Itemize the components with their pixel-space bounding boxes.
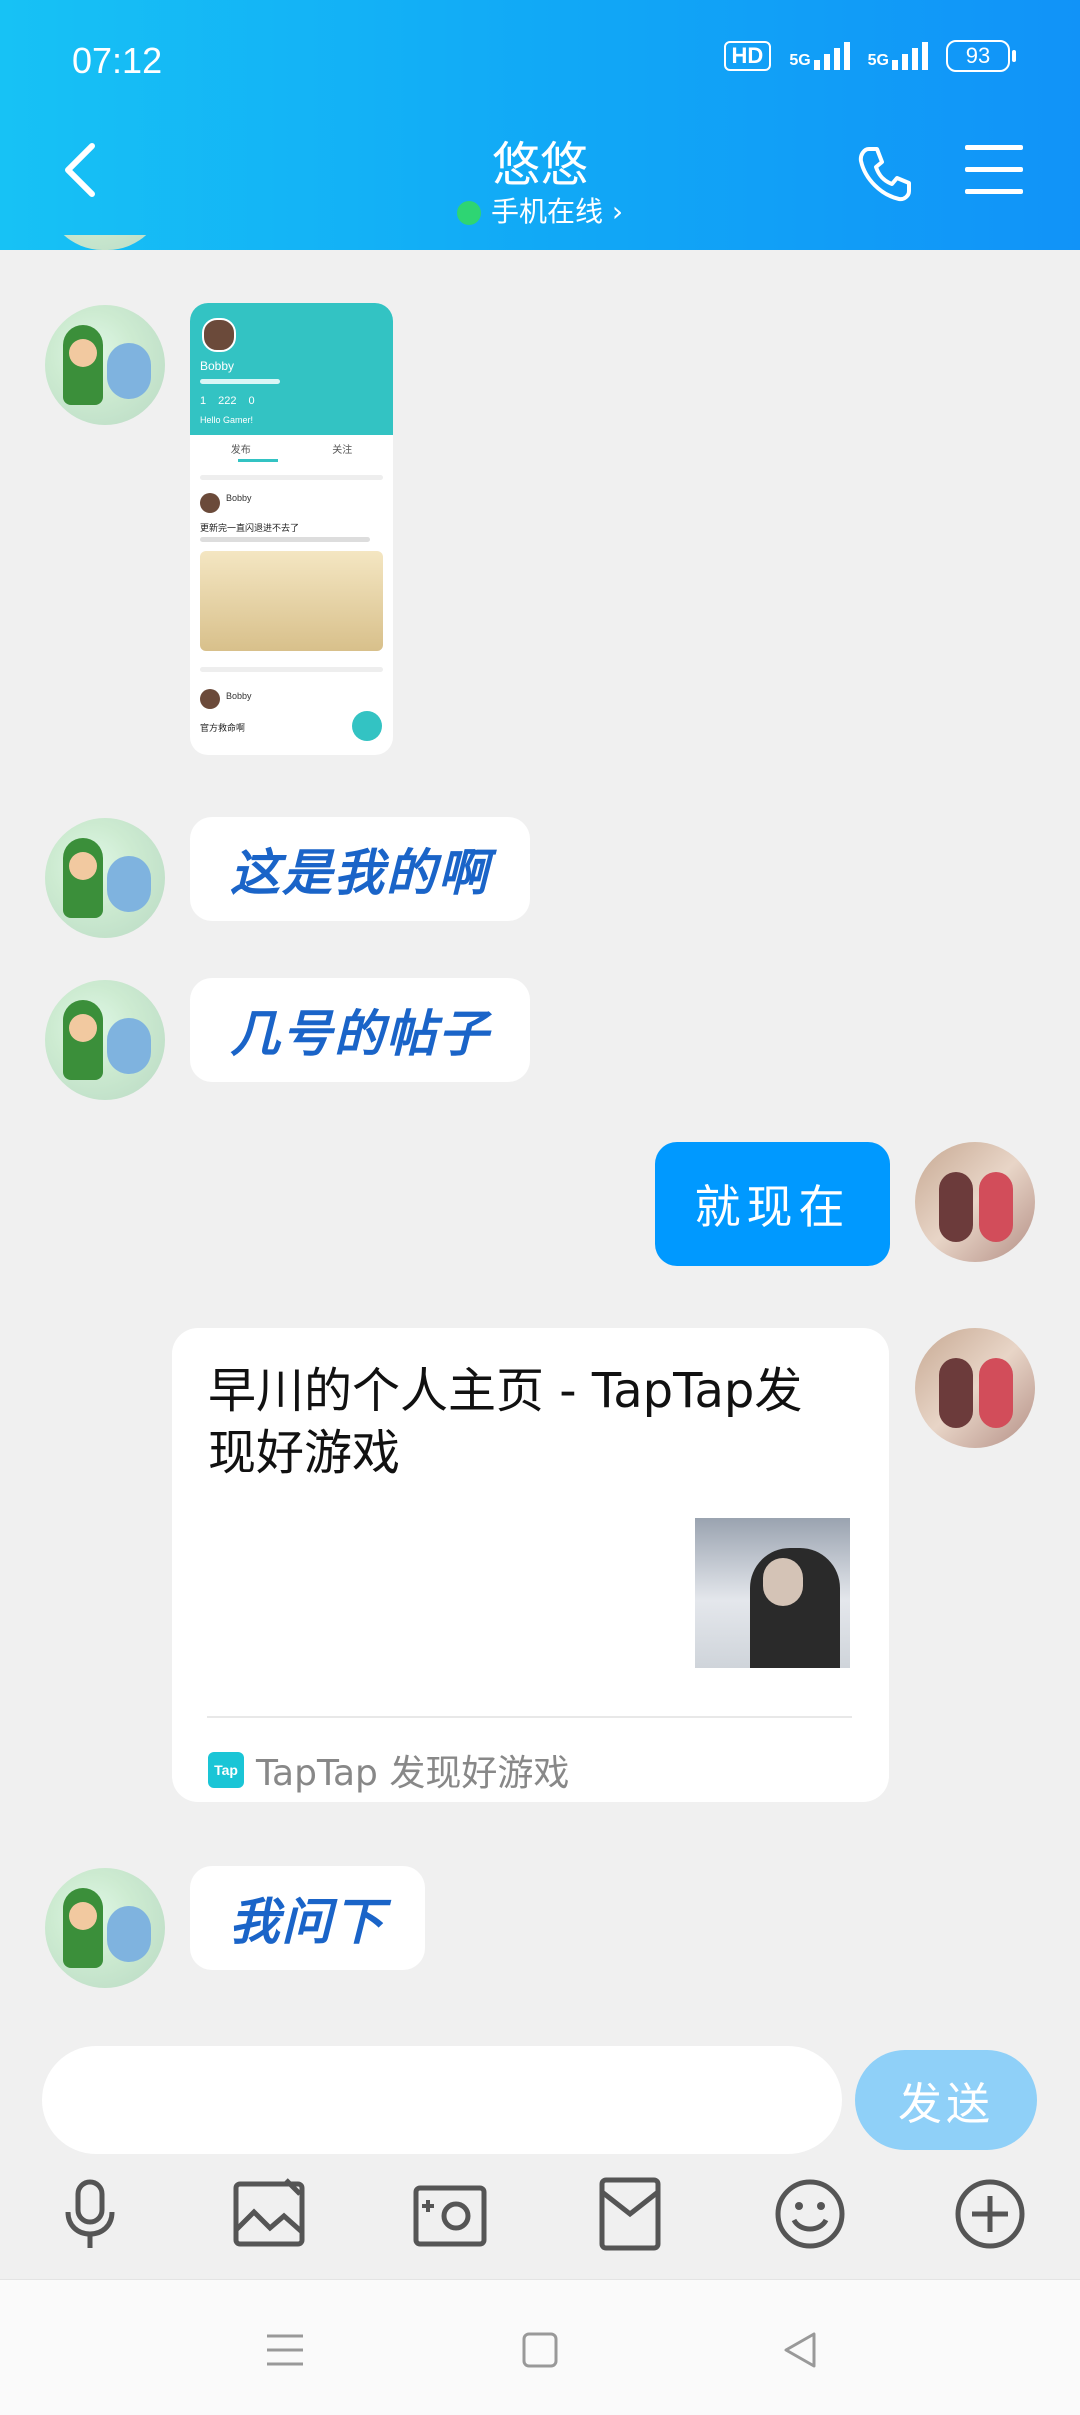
post-tabs: 发布 关注 <box>230 445 353 456</box>
home-button[interactable] <box>510 2320 570 2380</box>
divider <box>207 1716 852 1718</box>
link-title: 早川的个人主页 - TapTap发现好游戏 <box>208 1363 803 1481</box>
red-packet-button[interactable] <box>590 2174 670 2254</box>
send-button[interactable]: 发送 <box>855 2050 1037 2150</box>
more-button[interactable] <box>950 2174 1030 2254</box>
avatar-me[interactable] <box>915 1142 1035 1262</box>
post2-title: 官方救命啊 <box>200 724 246 734</box>
online-dot-icon <box>456 201 481 225</box>
chat-header: 07:12 HD 5G 5G 93 悠悠 手机在线 › <box>0 0 1080 250</box>
avatar-buddy[interactable] <box>45 980 165 1100</box>
profile-greeting: Hello Gamer! <box>200 415 254 425</box>
plus-icon <box>955 2179 1025 2249</box>
post2-author: Bobby <box>226 691 252 701</box>
hd-icon: HD <box>723 41 772 71</box>
post-author: Bobby <box>226 493 252 503</box>
message-text: 我问下 <box>229 1893 386 1951</box>
signal-5g-icon-2: 5G <box>868 42 928 70</box>
album-button[interactable] <box>230 2174 310 2254</box>
emoji-icon <box>775 2179 845 2249</box>
link-source-name: TapTap 发现好游戏 <box>256 1753 570 1794</box>
online-status[interactable]: 手机在线 › <box>0 190 1080 230</box>
call-button[interactable] <box>855 143 915 203</box>
link-source: Tap TapTap 发现好游戏 <box>208 1744 569 1796</box>
taptap-logo-icon: Tap <box>208 1752 244 1788</box>
camera-button[interactable] <box>410 2174 490 2254</box>
profile-header: Bobby 1 222 0 Hello Gamer! <box>190 303 393 435</box>
menu-button[interactable] <box>965 145 1023 195</box>
status-icons: HD 5G 5G 93 <box>723 40 1016 72</box>
chat-title[interactable]: 悠悠 <box>0 125 1080 195</box>
link-card-message[interactable]: 早川的个人主页 - TapTap发现好游戏 Tap TapTap 发现好游戏 <box>172 1328 889 1802</box>
back-icon <box>784 2332 816 2368</box>
signal-5g-icon: 5G <box>789 42 850 70</box>
avatar-buddy[interactable] <box>45 305 165 425</box>
message-bubble[interactable]: 这是我的啊 <box>190 817 530 921</box>
add-fab-icon <box>352 711 382 741</box>
my-message-bubble[interactable]: 就现在 <box>655 1142 890 1266</box>
phone-icon <box>858 147 911 202</box>
post-image <box>200 551 383 651</box>
profile-name: Bobby <box>200 359 235 373</box>
message-text: 就现在 <box>694 1180 851 1234</box>
menu-line <box>965 167 1023 172</box>
message-text: 这是我的啊 <box>230 844 490 902</box>
menu-line <box>965 145 1023 150</box>
menu-line <box>965 189 1023 194</box>
link-thumbnail <box>695 1518 850 1668</box>
message-input[interactable] <box>42 2046 842 2154</box>
message-bubble[interactable]: 我问下 <box>190 1866 425 1970</box>
menu-icon <box>267 2334 303 2366</box>
home-icon <box>522 2332 558 2368</box>
microphone-icon <box>65 2179 115 2248</box>
camera-icon <box>413 2185 487 2247</box>
message-bubble[interactable]: 几号的帖子 <box>190 978 530 1082</box>
avatar-buddy[interactable] <box>45 1868 165 1988</box>
avatar-me[interactable] <box>915 1328 1035 1448</box>
recent-apps-button[interactable] <box>255 2320 315 2380</box>
profile-stats: 1 222 0 <box>200 395 255 407</box>
profile-avatar <box>202 318 236 352</box>
system-back-button[interactable] <box>770 2320 830 2380</box>
status-time: 07:12 <box>72 40 163 81</box>
post-title: 更新完一直闪退进不去了 <box>200 524 300 534</box>
message-text: 几号的帖子 <box>230 1005 490 1063</box>
avatar-buddy[interactable] <box>45 818 165 938</box>
voice-button[interactable] <box>50 2174 130 2254</box>
battery-icon: 93 <box>946 40 1016 72</box>
image-icon <box>233 2178 305 2247</box>
system-nav-bar <box>0 2279 1080 2415</box>
red-packet-icon <box>599 2177 661 2251</box>
emoji-button[interactable] <box>770 2174 850 2254</box>
input-bar: 发送 <box>0 2024 1080 2279</box>
image-message[interactable]: Bobby 1 222 0 Hello Gamer! 发布 关注 Bobby 更新完一… <box>190 303 393 755</box>
